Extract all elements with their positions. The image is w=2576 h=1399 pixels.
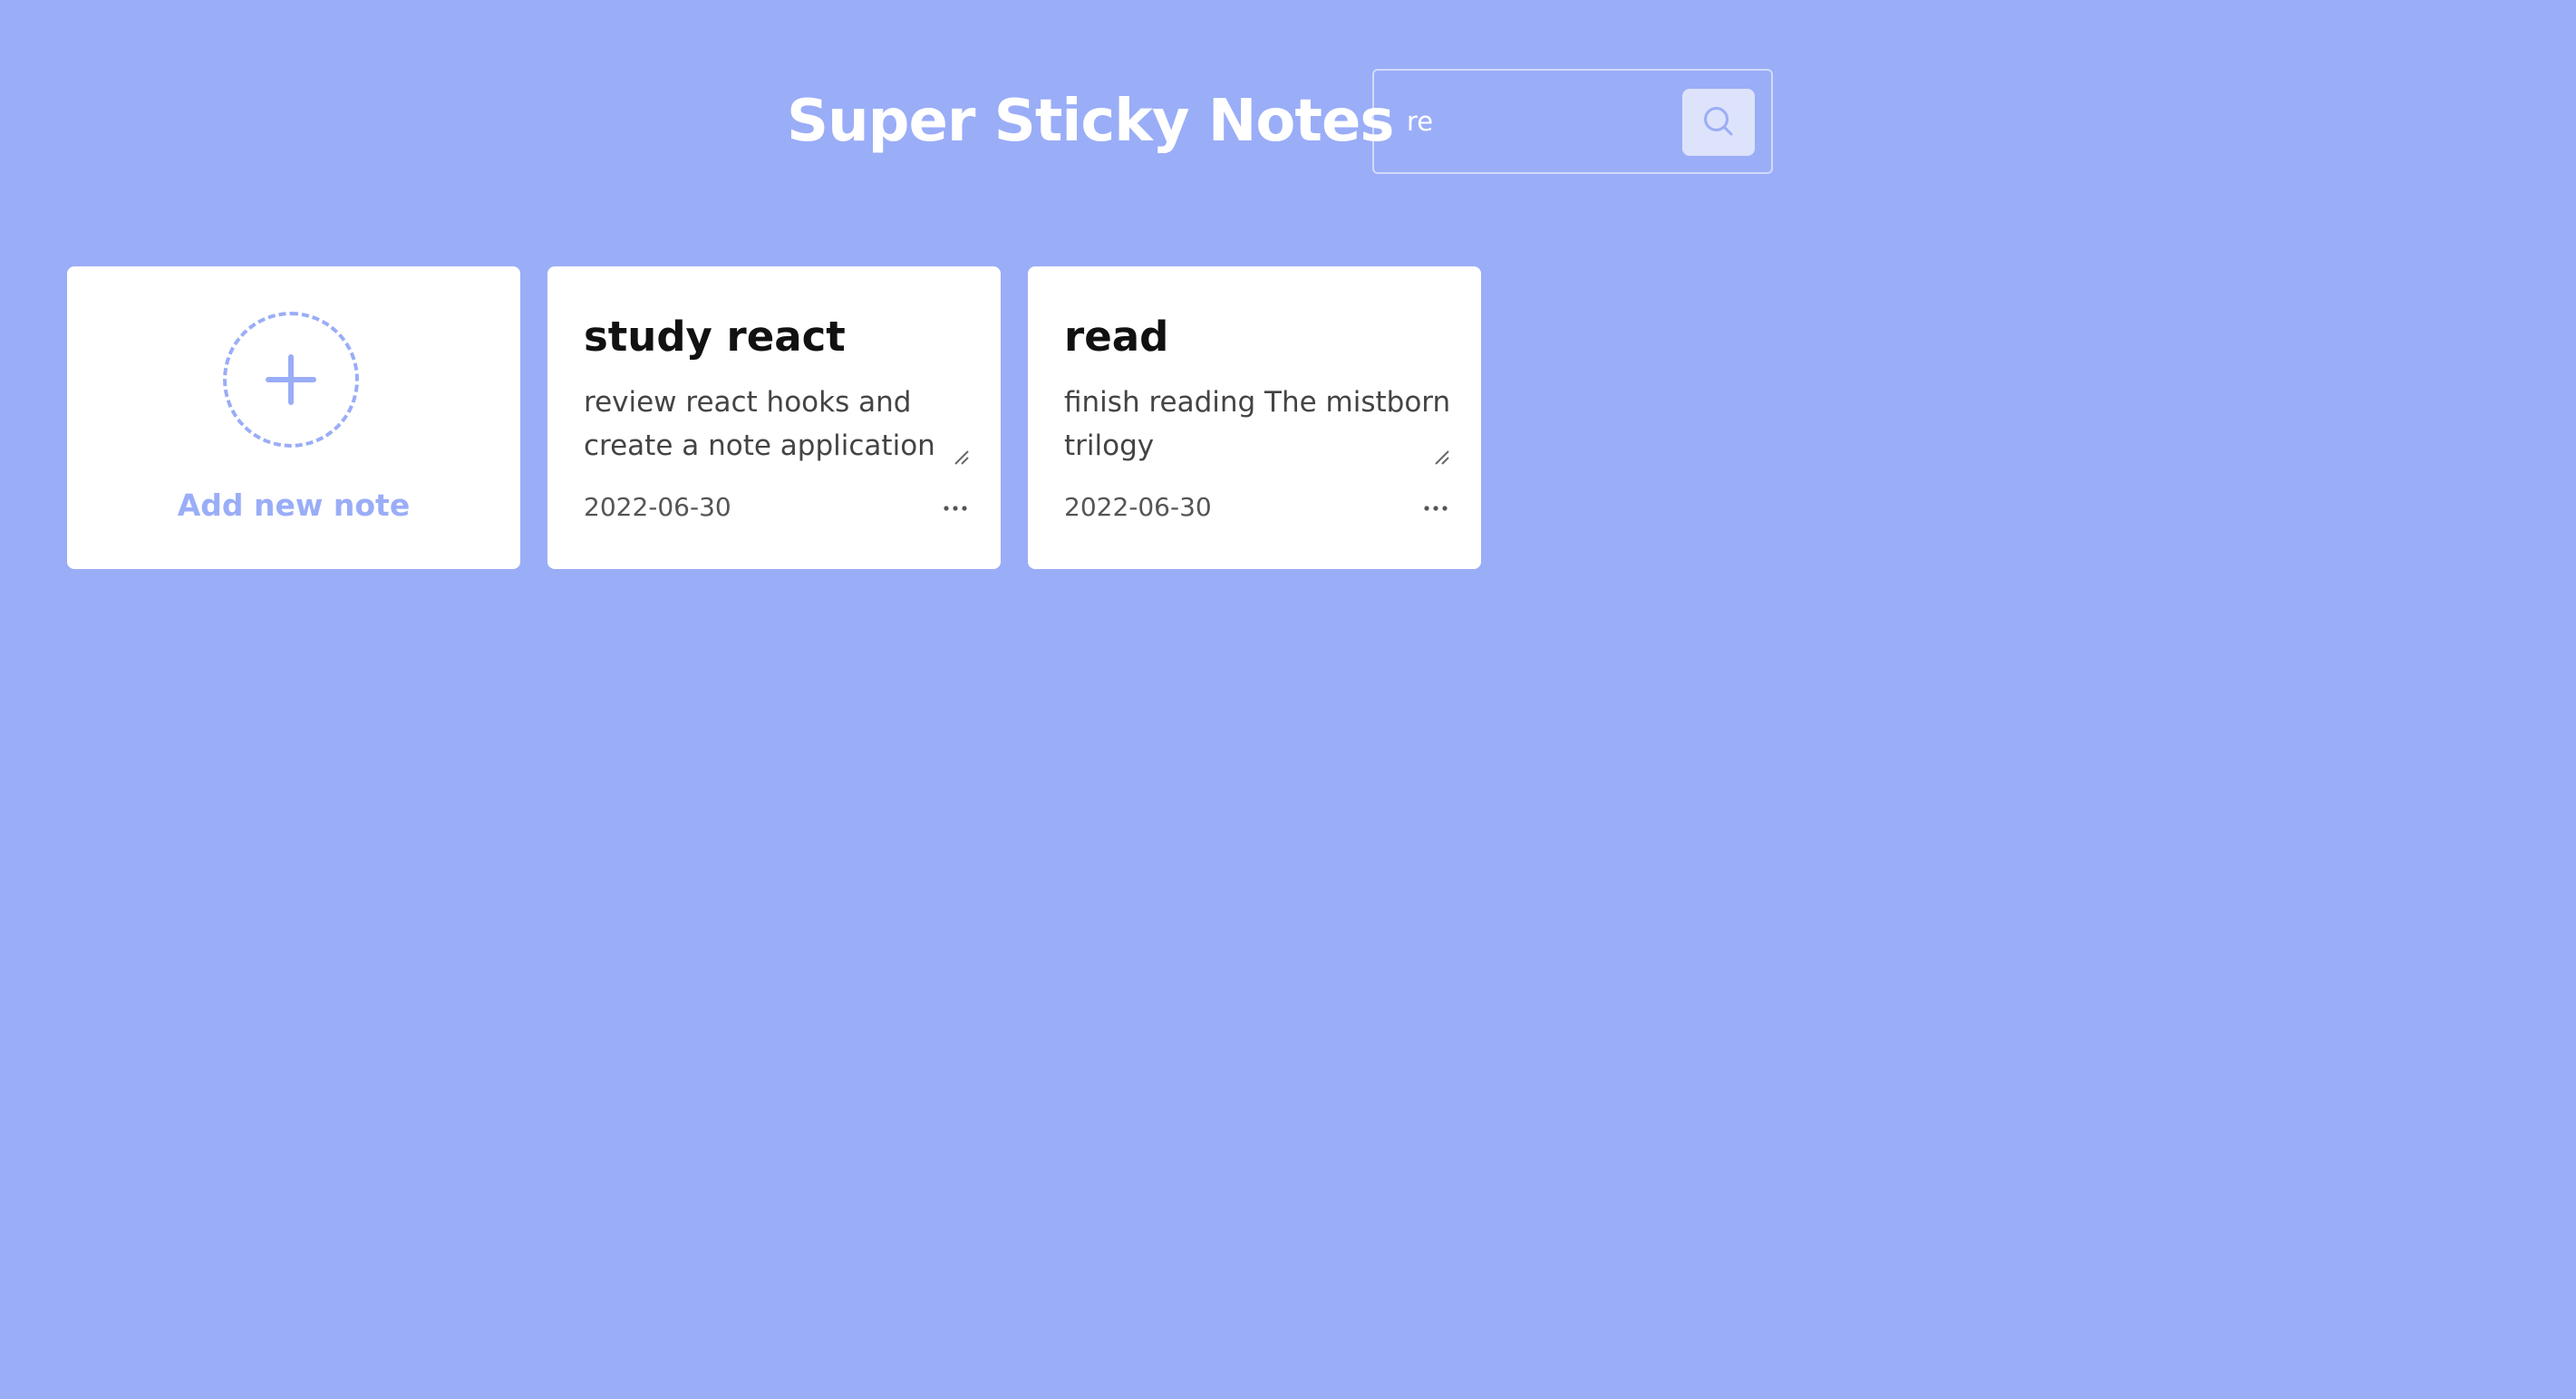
note-card: read finish reading The mistborn trilogy… xyxy=(1028,266,1481,569)
search-icon xyxy=(1700,103,1737,142)
search-input[interactable] xyxy=(1407,94,1679,149)
note-body-textarea[interactable]: finish reading The mistborn trilogy xyxy=(1064,381,1463,471)
more-horizontal-icon xyxy=(1422,499,1449,516)
note-title: read xyxy=(1064,313,1169,361)
add-note-card[interactable]: Add new note xyxy=(67,266,520,569)
resize-handle-icon[interactable] xyxy=(952,448,970,469)
search-button[interactable] xyxy=(1682,89,1755,156)
note-menu-button[interactable] xyxy=(934,491,977,524)
note-title: study react xyxy=(584,313,846,361)
note-date: 2022-06-30 xyxy=(584,492,731,522)
note-body-textarea[interactable]: review react hooks and create a note app… xyxy=(584,381,983,471)
app-header: Super Sticky Notes xyxy=(0,67,2576,176)
search-bar xyxy=(1372,69,1773,174)
add-note-label[interactable]: Add new note xyxy=(67,486,520,526)
add-note-button[interactable] xyxy=(223,312,359,448)
note-menu-button[interactable] xyxy=(1414,491,1457,524)
note-date: 2022-06-30 xyxy=(1064,492,1212,522)
more-horizontal-icon xyxy=(942,499,969,516)
note-card: study react review react hooks and creat… xyxy=(547,266,1001,569)
resize-handle-icon[interactable] xyxy=(1432,448,1450,469)
app-title: Super Sticky Notes xyxy=(787,88,1394,155)
